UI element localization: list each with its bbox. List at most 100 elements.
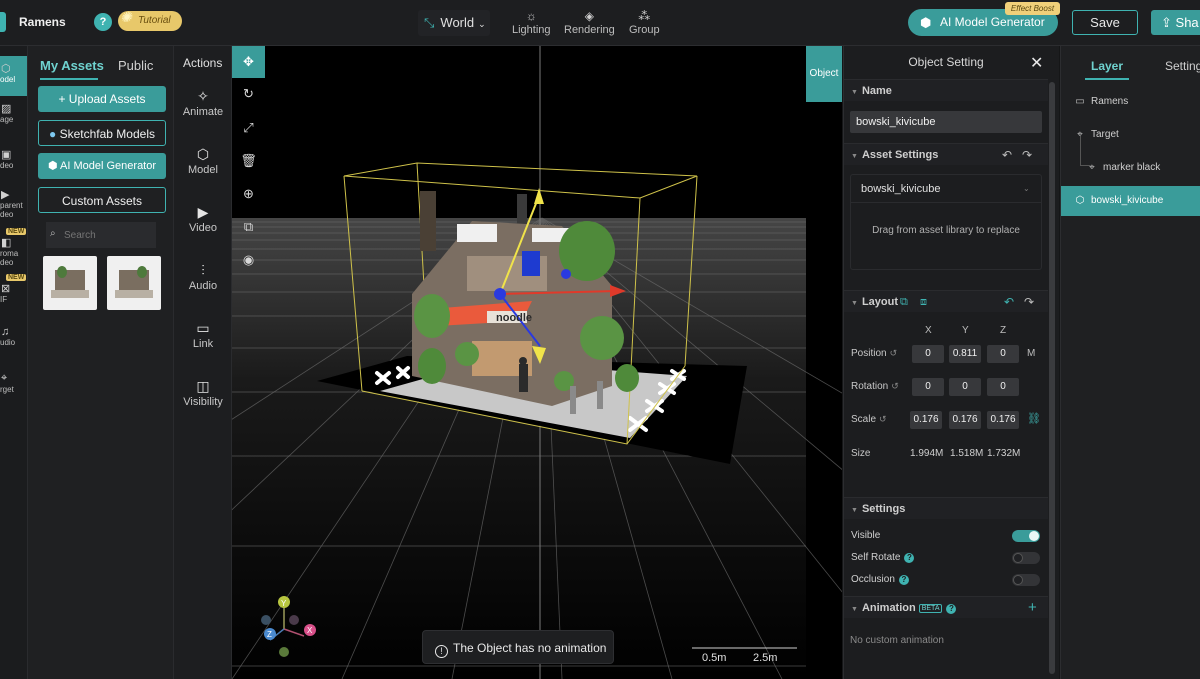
scene-viewport[interactable]: noodle Y Z X ✥ ↻ ⤢ 🗑 ⊕ ⧉ ◉ Object ! The O…: [232, 46, 842, 679]
layer-item-marker-black[interactable]: ⌖ marker black: [1061, 153, 1200, 183]
undo-icon[interactable]: ↶: [1004, 291, 1014, 313]
rail-item-model[interactable]: ⬡ odel: [0, 56, 27, 96]
layer-item-bowski-kivicube[interactable]: ⬡ bowski_kivicube: [1061, 186, 1200, 216]
caret-down-icon: ▼: [851, 300, 858, 307]
rail-item-transparent-video[interactable]: ▶ parent deo: [0, 188, 27, 219]
scale-tool[interactable]: ⤢: [232, 112, 265, 144]
rail-item-label: IF: [0, 295, 8, 304]
link-scale-icon[interactable]: ⛓: [1027, 412, 1041, 425]
caret-down-icon: ▼: [851, 507, 858, 514]
scrollbar[interactable]: [1049, 82, 1055, 674]
action-model[interactable]: ⬡ Model: [174, 144, 232, 176]
menu-toggle[interactable]: [0, 12, 6, 32]
scale-x-input[interactable]: 0.176: [910, 411, 942, 429]
scale-icon: ⤢: [243, 120, 254, 135]
custom-assets-button[interactable]: Custom Assets: [38, 187, 166, 213]
move-tool[interactable]: ✥: [232, 46, 265, 78]
sketchfab-models-button[interactable]: ● Sketchfab Models: [38, 120, 166, 146]
group-button[interactable]: ⁂ Group: [629, 8, 660, 36]
self-rotate-toggle[interactable]: [1012, 552, 1040, 564]
section-asset-settings[interactable]: ▼ Asset Settings ↶ ↷: [844, 143, 1048, 165]
rotation-x-input[interactable]: 0: [912, 378, 944, 396]
action-audio[interactable]: ⫶ Audio: [174, 260, 232, 292]
section-animation[interactable]: ▼ Animation BETA? +: [844, 596, 1048, 618]
action-animate[interactable]: ✧ Animate: [174, 86, 232, 118]
rotation-z-input[interactable]: 0: [987, 378, 1019, 396]
visibility-tool[interactable]: ◉: [232, 244, 265, 276]
link-icon: ▭: [196, 320, 210, 336]
asset-thumbnail[interactable]: [107, 256, 161, 310]
gizmo-z-label: Z: [267, 630, 272, 639]
rail-item-chroma-video[interactable]: ◧ roma deo: [0, 236, 27, 267]
lighting-button[interactable]: ☼ Lighting: [512, 8, 551, 36]
tab-setting[interactable]: Setting: [1165, 59, 1200, 73]
rotate-tool[interactable]: ↻: [232, 78, 265, 110]
object-tab[interactable]: Object: [806, 46, 842, 102]
name-field[interactable]: [850, 111, 1042, 133]
search-input[interactable]: [46, 222, 156, 248]
redo-icon[interactable]: ↷: [1022, 144, 1032, 166]
rail-item-label: age: [0, 115, 14, 124]
position-z-input[interactable]: 0: [987, 345, 1019, 363]
ai-model-generator-asset-button[interactable]: ⬢ AI Model Generator: [38, 153, 166, 179]
paste-icon[interactable]: ⧈: [920, 291, 927, 313]
help-icon[interactable]: ?: [904, 553, 915, 563]
copy-icon[interactable]: ⧉: [900, 291, 908, 313]
redo-icon[interactable]: ↷: [1024, 291, 1034, 313]
scale-label-small: 0.5m: [702, 652, 727, 664]
marker-icon: ⌖: [1089, 162, 1095, 173]
rendering-label: Rendering: [564, 24, 615, 36]
action-visibility[interactable]: ◫ Visibility: [174, 376, 232, 408]
delete-tool[interactable]: 🗑: [232, 145, 265, 177]
position-x-input[interactable]: 0: [912, 345, 944, 363]
cube-icon: ⬡: [1, 63, 11, 75]
axis-y-header: Y: [962, 325, 969, 336]
rotation-y-input[interactable]: 0: [949, 378, 981, 396]
undo-icon[interactable]: ↶: [1002, 144, 1012, 166]
section-name[interactable]: ▼ Name: [844, 79, 1048, 101]
reset-icon[interactable]: ↺: [890, 348, 898, 358]
focus-tool[interactable]: ⊕: [232, 178, 265, 210]
effect-boost-badge: Effect Boost: [1005, 2, 1060, 15]
size-y-value: 1.518M: [950, 448, 984, 459]
project-name[interactable]: Ramens: [19, 15, 66, 29]
rail-item-image[interactable]: ▨ age: [0, 102, 27, 124]
asset-select[interactable]: bowski_kivicube ⌄: [851, 175, 1041, 203]
rail-item-audio[interactable]: ♫ udio: [0, 326, 27, 347]
add-animation-icon[interactable]: +: [1028, 597, 1037, 619]
position-y-input[interactable]: 0.811: [949, 345, 981, 363]
rail-item-target[interactable]: ⌖ rget: [0, 372, 27, 394]
tab-public[interactable]: Public: [118, 58, 153, 73]
layer-item-ramens[interactable]: ▭ Ramens: [1061, 87, 1200, 117]
actions-title: Actions: [183, 56, 223, 70]
upload-assets-button[interactable]: + Upload Assets: [38, 86, 166, 112]
share-button[interactable]: ⇪ Sha: [1151, 10, 1200, 35]
scale-z-input[interactable]: 0.176: [987, 411, 1019, 429]
rail-item-video[interactable]: ▣ deo: [0, 148, 27, 170]
close-icon[interactable]: ✕: [1030, 53, 1043, 73]
help-icon[interactable]: ?: [898, 575, 909, 585]
tab-my-assets[interactable]: My Assets: [40, 58, 104, 80]
asset-thumbnail[interactable]: [43, 256, 97, 310]
world-select[interactable]: ⤡ World ⌄: [418, 10, 490, 36]
action-video[interactable]: ▶ Video: [174, 202, 232, 234]
tutorial-button[interactable]: ✺ Tutorial: [118, 9, 182, 31]
tab-layer[interactable]: Layer: [1085, 59, 1129, 80]
section-settings[interactable]: ▼ Settings: [844, 497, 1048, 519]
caret-down-icon: ▼: [851, 89, 858, 96]
reset-icon[interactable]: ↺: [891, 381, 899, 391]
scale-y-input[interactable]: 0.176: [949, 411, 981, 429]
help-icon[interactable]: ?: [946, 604, 957, 614]
rail-item-gif[interactable]: ⊠ IF: [0, 282, 27, 304]
section-layout-label: Layout: [861, 296, 898, 308]
reset-icon[interactable]: ↺: [879, 414, 887, 424]
fit-tool[interactable]: ⧉: [232, 211, 265, 243]
visible-toggle[interactable]: [1012, 530, 1040, 542]
section-layout[interactable]: ▼ Layout ⧉ ⧈ ↶ ↷: [844, 290, 1048, 312]
rendering-button[interactable]: ◈ Rendering: [564, 8, 615, 36]
asset-drop-area[interactable]: bowski_kivicube ⌄ Drag from asset librar…: [850, 174, 1042, 270]
action-link[interactable]: ▭ Link: [174, 318, 232, 350]
save-button[interactable]: Save: [1072, 10, 1138, 35]
help-button[interactable]: ?: [94, 13, 112, 31]
occlusion-toggle[interactable]: [1012, 574, 1040, 586]
